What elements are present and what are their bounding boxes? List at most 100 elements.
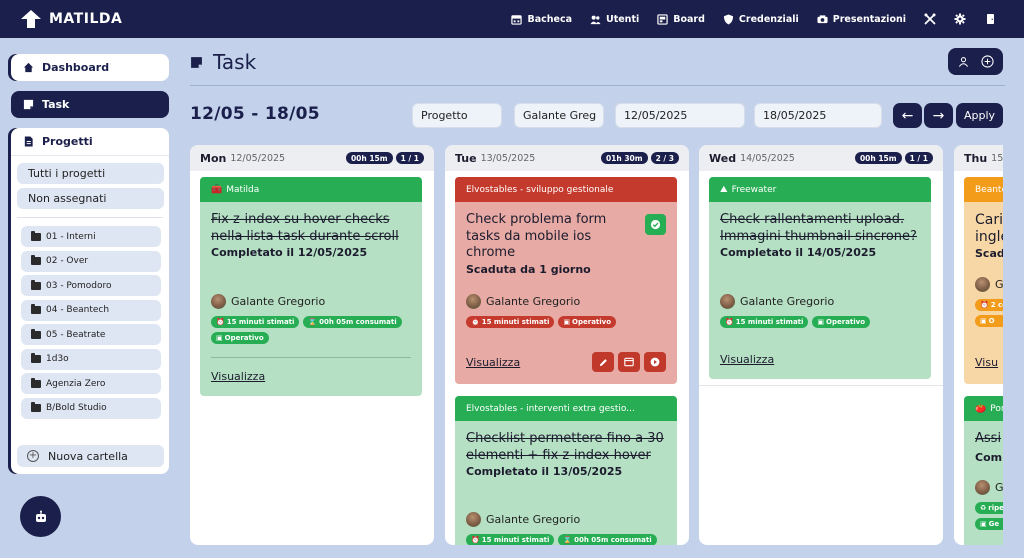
task-card[interactable]: 🍅 Pon Assi Comp G ♻ripe ▣Ge	[964, 396, 1003, 545]
day-name: Wed	[709, 151, 737, 165]
view-link[interactable]: Visualizza	[720, 353, 774, 366]
pencil-icon	[599, 358, 607, 366]
task-card[interactable]: Elvostables - interventi extra gestio...…	[455, 396, 677, 545]
nav-utenti[interactable]: Utenti	[590, 14, 639, 25]
next-week-button[interactable]: →	[924, 103, 953, 128]
start-date-input[interactable]: 12/05/2025	[615, 103, 745, 128]
estimate-text: 15 minuti stimati	[226, 318, 295, 326]
day-column-wednesday: Wed 14/05/2025 00h 15m 1 / 1 ⛰ Freewater…	[699, 145, 943, 545]
nav-presentazioni[interactable]: Presentazioni	[817, 14, 906, 25]
card-project: ⛰ Freewater	[709, 177, 931, 202]
task-card[interactable]: ⛰ Freewater Check rallentamenti upload. …	[709, 177, 931, 379]
card-title: Check problema form tasks da mobile ios …	[466, 212, 607, 260]
card-assignee: Galante Gregorio	[466, 294, 580, 309]
projects-header: Progetti	[11, 128, 169, 156]
category-chip: ▣ Operativo	[558, 316, 617, 328]
folder-item[interactable]: Agenzia Zero	[21, 373, 161, 394]
complete-button[interactable]	[645, 214, 666, 235]
nav-credenziali[interactable]: Credenziali	[723, 14, 799, 25]
nav-presentazioni-label: Presentazioni	[832, 13, 906, 25]
folder-label: 03 - Pomodoro	[46, 280, 112, 291]
card-project-name: Elvostables - interventi extra gestio...	[466, 403, 635, 414]
card-divider	[211, 357, 411, 358]
day-date: 13/05/2025	[480, 152, 536, 164]
toolbox-icon: 🧰	[211, 184, 223, 195]
end-date-input[interactable]: 18/05/2025	[754, 103, 882, 128]
column-divider	[699, 385, 943, 386]
folder-item[interactable]: 1d3o	[21, 348, 161, 370]
category-chip: ▣ Operativo	[812, 316, 871, 328]
card-assignee: G	[975, 277, 1003, 292]
folder-label: 1d3o	[46, 354, 69, 364]
folder-label: Agenzia Zero	[46, 378, 106, 389]
document-icon	[24, 136, 33, 147]
card-project: 🍅 Pon	[964, 396, 1003, 421]
estimate-text: 15 minuti stimati	[735, 318, 804, 326]
tomato-icon: 🍅	[975, 403, 987, 414]
card-project: 🧰 Matilda	[200, 177, 422, 202]
card-chips: ⏰ 15 minuti stimati ▣ Operativo	[720, 316, 920, 328]
assignee-name: G	[995, 278, 1003, 291]
nav-board[interactable]: Board	[657, 14, 705, 25]
folder-label: 01 - Interni	[46, 231, 96, 242]
note-icon	[191, 56, 202, 68]
assistant-button[interactable]	[20, 496, 61, 537]
folder-item[interactable]: 05 - Beatrate	[21, 324, 161, 345]
estimate-text: 15 minuti stimati	[481, 536, 550, 544]
sidebar-item-task[interactable]: Task	[11, 91, 169, 118]
app-name: MATILDA	[49, 11, 123, 27]
logout-icon[interactable]	[984, 13, 996, 25]
folder-item[interactable]: 03 - Pomodoro	[21, 275, 161, 296]
prev-week-button[interactable]: ←	[893, 103, 922, 128]
calendar-button[interactable]	[618, 352, 640, 372]
view-link[interactable]: Visu	[975, 356, 998, 369]
sidebar-item-dashboard-label: Dashboard	[42, 61, 110, 74]
project-select[interactable]: Progetto	[412, 103, 502, 128]
edit-button[interactable]	[592, 352, 614, 372]
new-folder-button[interactable]: + Nuova cartella	[17, 445, 164, 467]
nav-bacheca[interactable]: Bacheca	[511, 14, 572, 25]
sidebar-item-dashboard[interactable]: Dashboard	[11, 54, 169, 81]
projects-title: Progetti	[42, 135, 93, 148]
tag-icon: ▣	[980, 520, 987, 528]
view-link[interactable]: Visualizza	[211, 370, 265, 383]
projector-icon	[817, 14, 828, 23]
brand[interactable]: MATILDA	[20, 9, 122, 29]
day-name: Tue	[455, 151, 477, 165]
add-task-button[interactable]	[978, 53, 996, 71]
day-column-tuesday: Tue 13/05/2025 01h 30m 2 / 3 Elvostables…	[445, 145, 689, 545]
page-title: Task	[190, 50, 256, 74]
view-link[interactable]: Visualizza	[466, 356, 520, 369]
folder-label: 04 - Beantech	[46, 305, 110, 315]
task-card[interactable]: Elvostables - sviluppo gestionale Check …	[455, 177, 677, 384]
day-header: Wed 14/05/2025 00h 15m 1 / 1	[699, 145, 943, 171]
day-date: 14/05/2025	[740, 152, 795, 164]
folder-item[interactable]: 01 - Interni	[21, 226, 161, 247]
day-name: Mon	[200, 151, 227, 165]
folder-icon	[31, 255, 41, 265]
folder-item[interactable]: B/Bold Studio	[21, 397, 161, 419]
folder-list[interactable]: 01 - Interni 02 - Over 03 - Pomodoro 04 …	[11, 226, 169, 422]
card-status: Comp	[975, 450, 1003, 464]
alarm-icon: ⏰	[725, 318, 734, 326]
folder-item[interactable]: 04 - Beantech	[21, 299, 161, 321]
gear-icon[interactable]	[954, 13, 966, 25]
assignee-name: Galante Gregorio	[486, 295, 581, 308]
tools-icon[interactable]	[924, 13, 936, 25]
category-text: Operativo	[826, 318, 866, 326]
header-divider	[190, 85, 1005, 86]
user-filter-button[interactable]	[955, 53, 973, 71]
count-badge: 2 / 3	[650, 152, 679, 164]
task-card[interactable]: 🧰 Matilda Fix z-index su hover checks ne…	[200, 177, 422, 396]
user-select[interactable]: Galante Greg	[514, 103, 604, 128]
unassigned-option[interactable]: Non assegnati	[17, 188, 164, 209]
all-projects-option[interactable]: Tutti i progetti	[17, 163, 164, 184]
task-card[interactable]: Beantech Cari ingle Scad G ⏰2 co ▣O Visu	[964, 177, 1003, 384]
play-button[interactable]	[644, 352, 666, 372]
folder-item[interactable]: 02 - Over	[21, 250, 161, 272]
apply-button[interactable]: Apply	[956, 103, 1003, 128]
hourglass-icon: ⌛	[308, 318, 318, 326]
card-project: Elvostables - sviluppo gestionale	[455, 177, 677, 202]
assignee-name: Galante Gregorio	[740, 295, 835, 308]
estimate-chip: ⏰2 co	[975, 299, 1003, 311]
